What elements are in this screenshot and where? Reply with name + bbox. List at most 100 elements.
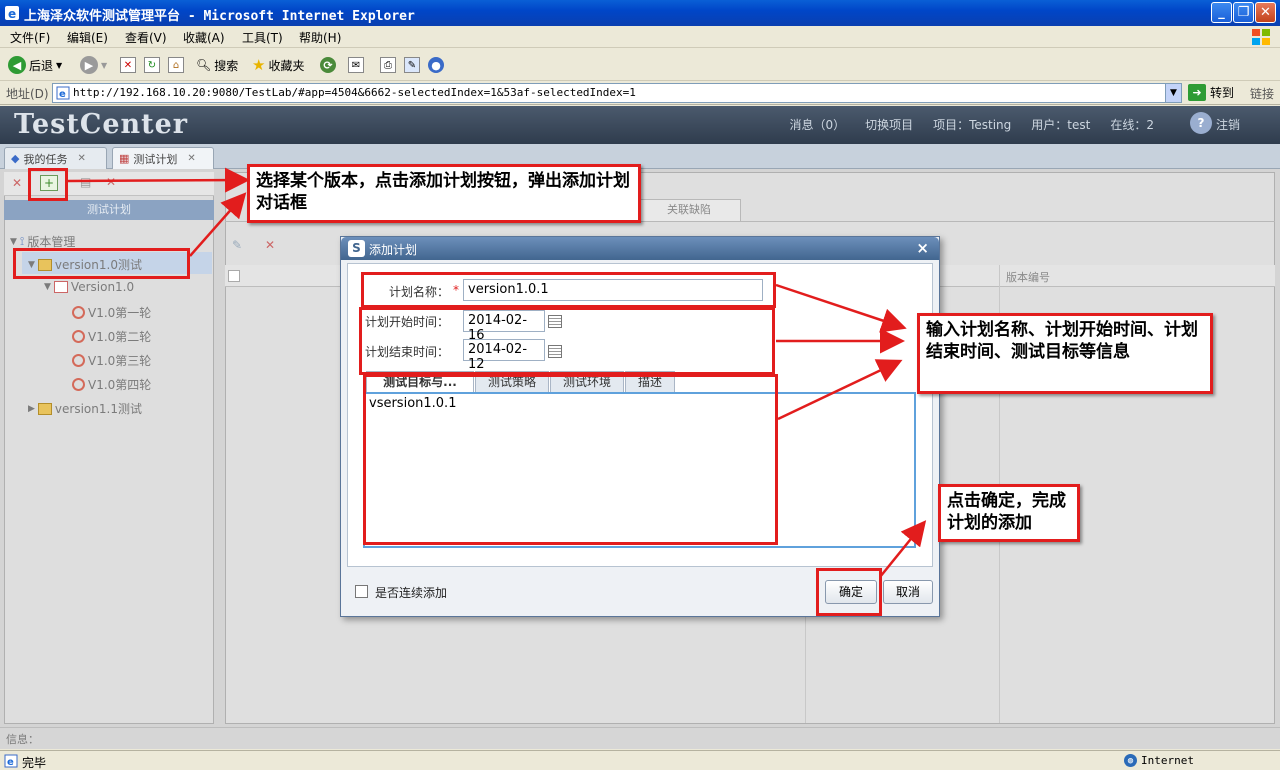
tab-my-tasks[interactable]: ◆ 我的任务 ✕	[4, 147, 107, 169]
continuous-add-checkbox[interactable]	[355, 585, 368, 598]
tree-round-1[interactable]: V1.0第一轮	[72, 304, 151, 321]
left-panel-title: 测试计划	[4, 200, 214, 220]
page-done-icon: e	[4, 754, 18, 768]
address-label: 地址(D)	[6, 87, 49, 101]
tree-item-label: V1.0第一轮	[88, 306, 152, 320]
tree-item-v1-0[interactable]: ▼ Version1.0	[44, 280, 134, 294]
windows-logo-icon	[1252, 29, 1270, 45]
svg-text:e: e	[7, 757, 14, 768]
internet-zone: ◍ Internet	[1124, 754, 1194, 767]
search-button[interactable]: 🔍︎ 搜索	[196, 55, 238, 75]
callout-step1: 选择某个版本，点击添加计划按钮，弹出添加计划对话框	[247, 164, 641, 223]
menu-favorites[interactable]: 收藏(A)	[183, 29, 225, 46]
home-icon[interactable]: ⌂	[168, 57, 184, 73]
tree-round-3[interactable]: V1.0第三轮	[72, 352, 151, 369]
tree-item-label: V1.0第二轮	[88, 330, 152, 344]
edit-icon[interactable]: ▤	[80, 175, 91, 189]
minimize-button[interactable]: _	[1211, 2, 1232, 23]
highlight-objectives	[363, 374, 778, 545]
search-icon: 🔍︎	[196, 58, 212, 72]
round-icon	[72, 354, 85, 367]
print-icon[interactable]: ⎙	[380, 57, 396, 73]
tab-test-plan[interactable]: ▦ 测试计划 ✕	[112, 147, 214, 169]
stop-icon[interactable]: ✕	[120, 57, 136, 73]
highlight-name-field	[361, 272, 776, 308]
info-bar: 信息：	[0, 727, 1280, 749]
cancel-button[interactable]: 取消	[883, 580, 933, 604]
address-input[interactable]: e http://192.168.10.20:9080/TestLab/#app…	[52, 83, 1182, 103]
dialog-titlebar: S 添加计划 ×	[341, 237, 939, 260]
edit-icon[interactable]: ✎	[404, 57, 420, 73]
mail-icon[interactable]: ✉	[348, 57, 364, 73]
project-label: 项目：Testing	[933, 118, 1012, 132]
round-icon	[72, 378, 85, 391]
delete-icon[interactable]: ✕	[12, 176, 22, 190]
go-button[interactable]: ➜ 转到	[1188, 84, 1234, 101]
delete-icon[interactable]: ✕	[265, 238, 275, 252]
menu-tools[interactable]: 工具(T)	[242, 29, 283, 46]
messages-link[interactable]: 消息（0）	[789, 116, 845, 133]
menu-help[interactable]: 帮助(H)	[299, 29, 341, 46]
maximize-button[interactable]: ❐	[1233, 2, 1254, 23]
address-dropdown-icon[interactable]: ▼	[1165, 84, 1181, 102]
continuous-add-label: 是否连续添加	[375, 586, 448, 600]
help-icon[interactable]: ?	[1190, 112, 1212, 134]
round-icon	[72, 330, 85, 343]
back-button[interactable]: ◀ 后退 ▼	[8, 55, 62, 75]
links-label[interactable]: 链接	[1250, 85, 1274, 102]
dialog-close-icon[interactable]: ×	[916, 239, 929, 257]
address-bar: 地址(D) e http://192.168.10.20:9080/TestLa…	[0, 81, 1280, 105]
expand-icon: ▼	[44, 282, 51, 292]
tree-item-version1-1[interactable]: ▶ version1.1测试	[28, 400, 142, 417]
app-header: TestCenter 消息（0） 切换项目 项目：Testing 用户：test…	[0, 106, 1280, 144]
folder-icon	[37, 402, 52, 415]
ie-icon: e	[5, 6, 19, 21]
remove-icon[interactable]: ✕	[106, 175, 116, 189]
star-icon: ★	[252, 56, 266, 74]
menu-edit[interactable]: 编辑(E)	[67, 29, 108, 46]
favorites-button[interactable]: ★ 收藏夹	[252, 55, 304, 75]
highlight-ok-button	[816, 568, 882, 616]
forward-arrow-icon: ▶	[80, 56, 98, 74]
page-icon: e	[56, 86, 70, 100]
address-url: http://192.168.10.20:9080/TestLab/#app=4…	[73, 86, 636, 99]
back-arrow-icon: ◀	[8, 56, 26, 74]
tree-item-label: Version1.0	[70, 280, 135, 294]
menu-file[interactable]: 文件(F)	[10, 29, 50, 46]
status-text: 完毕	[22, 756, 47, 770]
close-button[interactable]: ✕	[1255, 2, 1276, 23]
close-icon[interactable]: ✕	[187, 153, 195, 164]
column-version-number[interactable]: 版本编号	[1006, 269, 1050, 285]
dropdown-icon: ▼	[101, 60, 108, 70]
tab-test-plan-label: 测试计划	[133, 152, 178, 166]
callout-step2: 输入计划名称、计划开始时间、计划结束时间、测试目标等信息	[917, 313, 1213, 394]
refresh-icon[interactable]: ↻	[144, 57, 160, 73]
menu-view[interactable]: 查看(V)	[125, 29, 167, 46]
svg-text:e: e	[59, 89, 66, 100]
window-title: 上海泽众软件测试管理平台 - Microsoft Internet Explor…	[24, 9, 415, 24]
messenger-icon[interactable]: ●	[428, 57, 444, 73]
collapse-icon: ▶	[28, 403, 35, 414]
close-icon[interactable]: ✕	[77, 153, 85, 164]
tab-related-defects[interactable]: 关联缺陷	[637, 199, 741, 221]
tree-round-4[interactable]: V1.0第四轮	[72, 376, 151, 393]
go-arrow-icon: ➜	[1188, 84, 1206, 101]
switch-project-link[interactable]: 切换项目	[865, 116, 913, 133]
forward-button[interactable]: ▶ ▼	[80, 55, 107, 75]
plan-icon	[53, 281, 68, 293]
header-links: 消息（0） 切换项目 项目：Testing 用户：test 在线：2 注销	[789, 116, 1240, 133]
select-all-checkbox[interactable]	[228, 270, 240, 282]
calendar-icon: ▦	[119, 152, 130, 165]
pencil-icon[interactable]: ✎	[232, 238, 242, 252]
tree-item-label: version1.1测试	[54, 402, 142, 416]
ie-toolbar: ◀ 后退 ▼ ▶ ▼ ✕ ↻ ⌂ 🔍︎ 搜索 ★ 收藏夹 ⟳ ✉ ⎙ ✎ ●	[0, 49, 1280, 81]
history-icon[interactable]: ⟳	[320, 57, 336, 73]
back-label: 后退	[29, 58, 54, 73]
tree-item-label: V1.0第四轮	[88, 378, 152, 392]
dialog-title: 添加计划	[369, 243, 418, 257]
tree-round-2[interactable]: V1.0第二轮	[72, 328, 151, 345]
online-label: 在线：2	[1110, 118, 1154, 132]
user-label: 用户：test	[1031, 118, 1091, 132]
logout-link[interactable]: 注销	[1216, 116, 1240, 133]
round-icon	[72, 306, 85, 319]
